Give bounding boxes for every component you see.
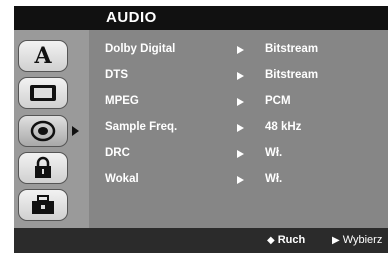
setting-row-mpeg[interactable]: MPEG PCM <box>89 93 388 113</box>
setting-label: DTS <box>105 69 128 81</box>
right-arrow-icon <box>237 72 244 80</box>
title-bar: AUDIO <box>14 6 388 30</box>
setting-label: MPEG <box>105 95 139 107</box>
setting-row-dolby-digital[interactable]: Dolby Digital Bitstream <box>89 41 388 61</box>
selected-tab-indicator <box>72 126 79 136</box>
setting-label: Sample Freq. <box>105 121 178 133</box>
setting-value: PCM <box>265 95 291 107</box>
play-arrow-icon: ▶ <box>332 235 340 246</box>
right-arrow-icon <box>237 150 244 158</box>
settings-list: Dolby Digital Bitstream DTS Bitstream MP… <box>89 30 388 228</box>
briefcase-icon <box>32 195 54 214</box>
select-hint-label: Wybierz <box>342 234 383 246</box>
setting-row-drc[interactable]: DRC Wł. <box>89 145 388 165</box>
right-arrow-icon <box>237 46 244 54</box>
move-hint-label: Ruch <box>277 234 306 246</box>
right-arrow-icon <box>237 124 244 132</box>
tab-audio[interactable] <box>18 115 68 147</box>
setting-value: Wł. <box>265 173 283 185</box>
setting-row-sample-freq[interactable]: Sample Freq. 48 kHz <box>89 119 388 139</box>
menu-title: AUDIO <box>106 9 157 26</box>
tab-language[interactable]: A <box>18 40 68 72</box>
letter-a-icon: A <box>34 43 52 69</box>
speaker-icon <box>30 120 56 142</box>
diamond-arrows-icon: ◆ <box>267 235 275 246</box>
setting-label: Dolby Digital <box>105 43 176 55</box>
hint-bar: ◆ Ruch ▶ Wybierz <box>14 228 388 253</box>
padlock-icon <box>35 156 51 178</box>
tab-others[interactable] <box>18 189 68 221</box>
setting-value: Wł. <box>265 147 283 159</box>
setting-label: DRC <box>105 147 130 159</box>
setup-menu-screen: AUDIO A Dolby Digital Bitstream DTS Bits… <box>0 0 388 253</box>
setting-value: Bitstream <box>265 43 319 55</box>
tab-display[interactable] <box>18 77 68 109</box>
setting-value: 48 kHz <box>265 121 302 133</box>
right-arrow-icon <box>237 98 244 106</box>
setting-row-dts[interactable]: DTS Bitstream <box>89 67 388 87</box>
monitor-icon <box>30 85 56 101</box>
setting-label: Wokal <box>105 173 139 185</box>
select-hint: ▶ Wybierz <box>332 234 382 246</box>
move-hint: ◆ Ruch <box>267 234 305 246</box>
setting-value: Bitstream <box>265 69 319 81</box>
right-arrow-icon <box>237 176 244 184</box>
tab-lock[interactable] <box>18 152 68 184</box>
setting-row-wokal[interactable]: Wokal Wł. <box>89 171 388 191</box>
